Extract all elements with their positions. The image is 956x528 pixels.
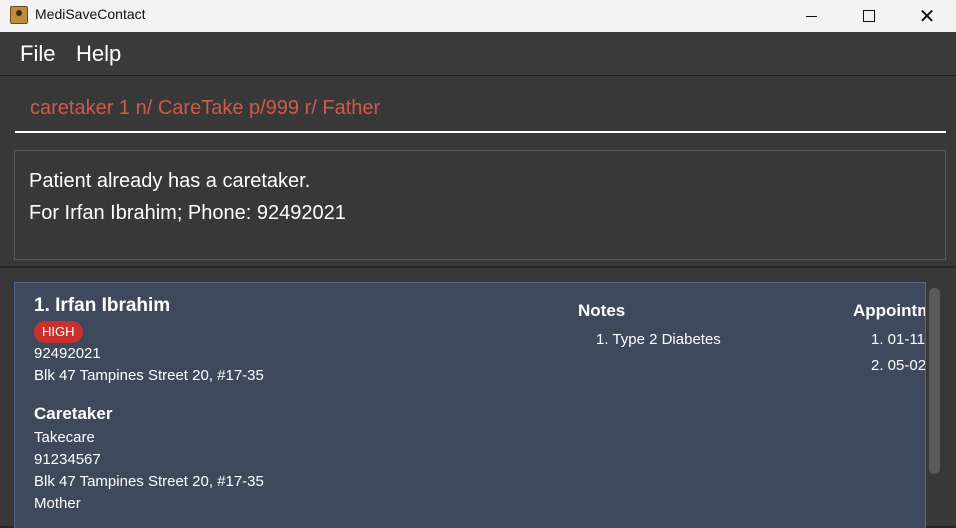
note-item: 1. Type 2 Diabetes [596, 331, 721, 348]
menu-help[interactable]: Help [76, 41, 121, 67]
menu-file[interactable]: File [20, 41, 55, 67]
minimize-button[interactable] [782, 0, 840, 32]
appointments-heading: Appointments [853, 301, 925, 320]
result-display-container: Patient already has a caretaker. For Irf… [0, 144, 956, 266]
command-box-container: caretaker 1 n/ CareTake p/999 r/ Father [0, 76, 956, 144]
patient-list: 1. Irfan Ibrahim HIGH 92492021 Blk 47 Ta… [0, 266, 956, 528]
close-icon: ✕ [918, 4, 936, 28]
patient-name: 1. Irfan Ibrahim [34, 295, 171, 316]
caretaker-relationship: Mother [34, 495, 81, 512]
patient-address: Blk 47 Tampines Street 20, #17-35 [34, 367, 264, 384]
app-icon [10, 6, 28, 24]
caretaker-name: Takecare [34, 429, 95, 446]
list-scrollbar[interactable] [929, 288, 940, 474]
patient-phone: 92492021 [34, 345, 101, 362]
appointment-item: 2. 05-02 [871, 357, 926, 374]
minimize-icon [805, 15, 817, 17]
notes-heading: Notes [578, 301, 626, 320]
result-line-1: Patient already has a caretaker. [29, 170, 311, 192]
appointment-item: 1. 01-11 [871, 331, 925, 348]
result-line-2: For Irfan Ibrahim; Phone: 92492021 [29, 202, 346, 224]
caretaker-phone: 91234567 [34, 451, 101, 468]
menu-bar: File Help [0, 32, 956, 76]
window-title: MediSaveContact [35, 6, 146, 22]
maximize-icon [863, 10, 875, 22]
maximize-button[interactable] [840, 0, 898, 32]
command-input[interactable]: caretaker 1 n/ CareTake p/999 r/ Father [15, 86, 946, 133]
result-display: Patient already has a caretaker. For Irf… [14, 150, 946, 260]
caretaker-heading: Caretaker [34, 404, 113, 423]
priority-badge: HIGH [34, 321, 83, 343]
close-button[interactable]: ✕ [898, 0, 956, 32]
patient-card[interactable]: 1. Irfan Ibrahim HIGH 92492021 Blk 47 Ta… [14, 282, 926, 528]
title-bar: MediSaveContact ✕ [0, 0, 956, 32]
caretaker-address: Blk 47 Tampines Street 20, #17-35 [34, 473, 264, 490]
